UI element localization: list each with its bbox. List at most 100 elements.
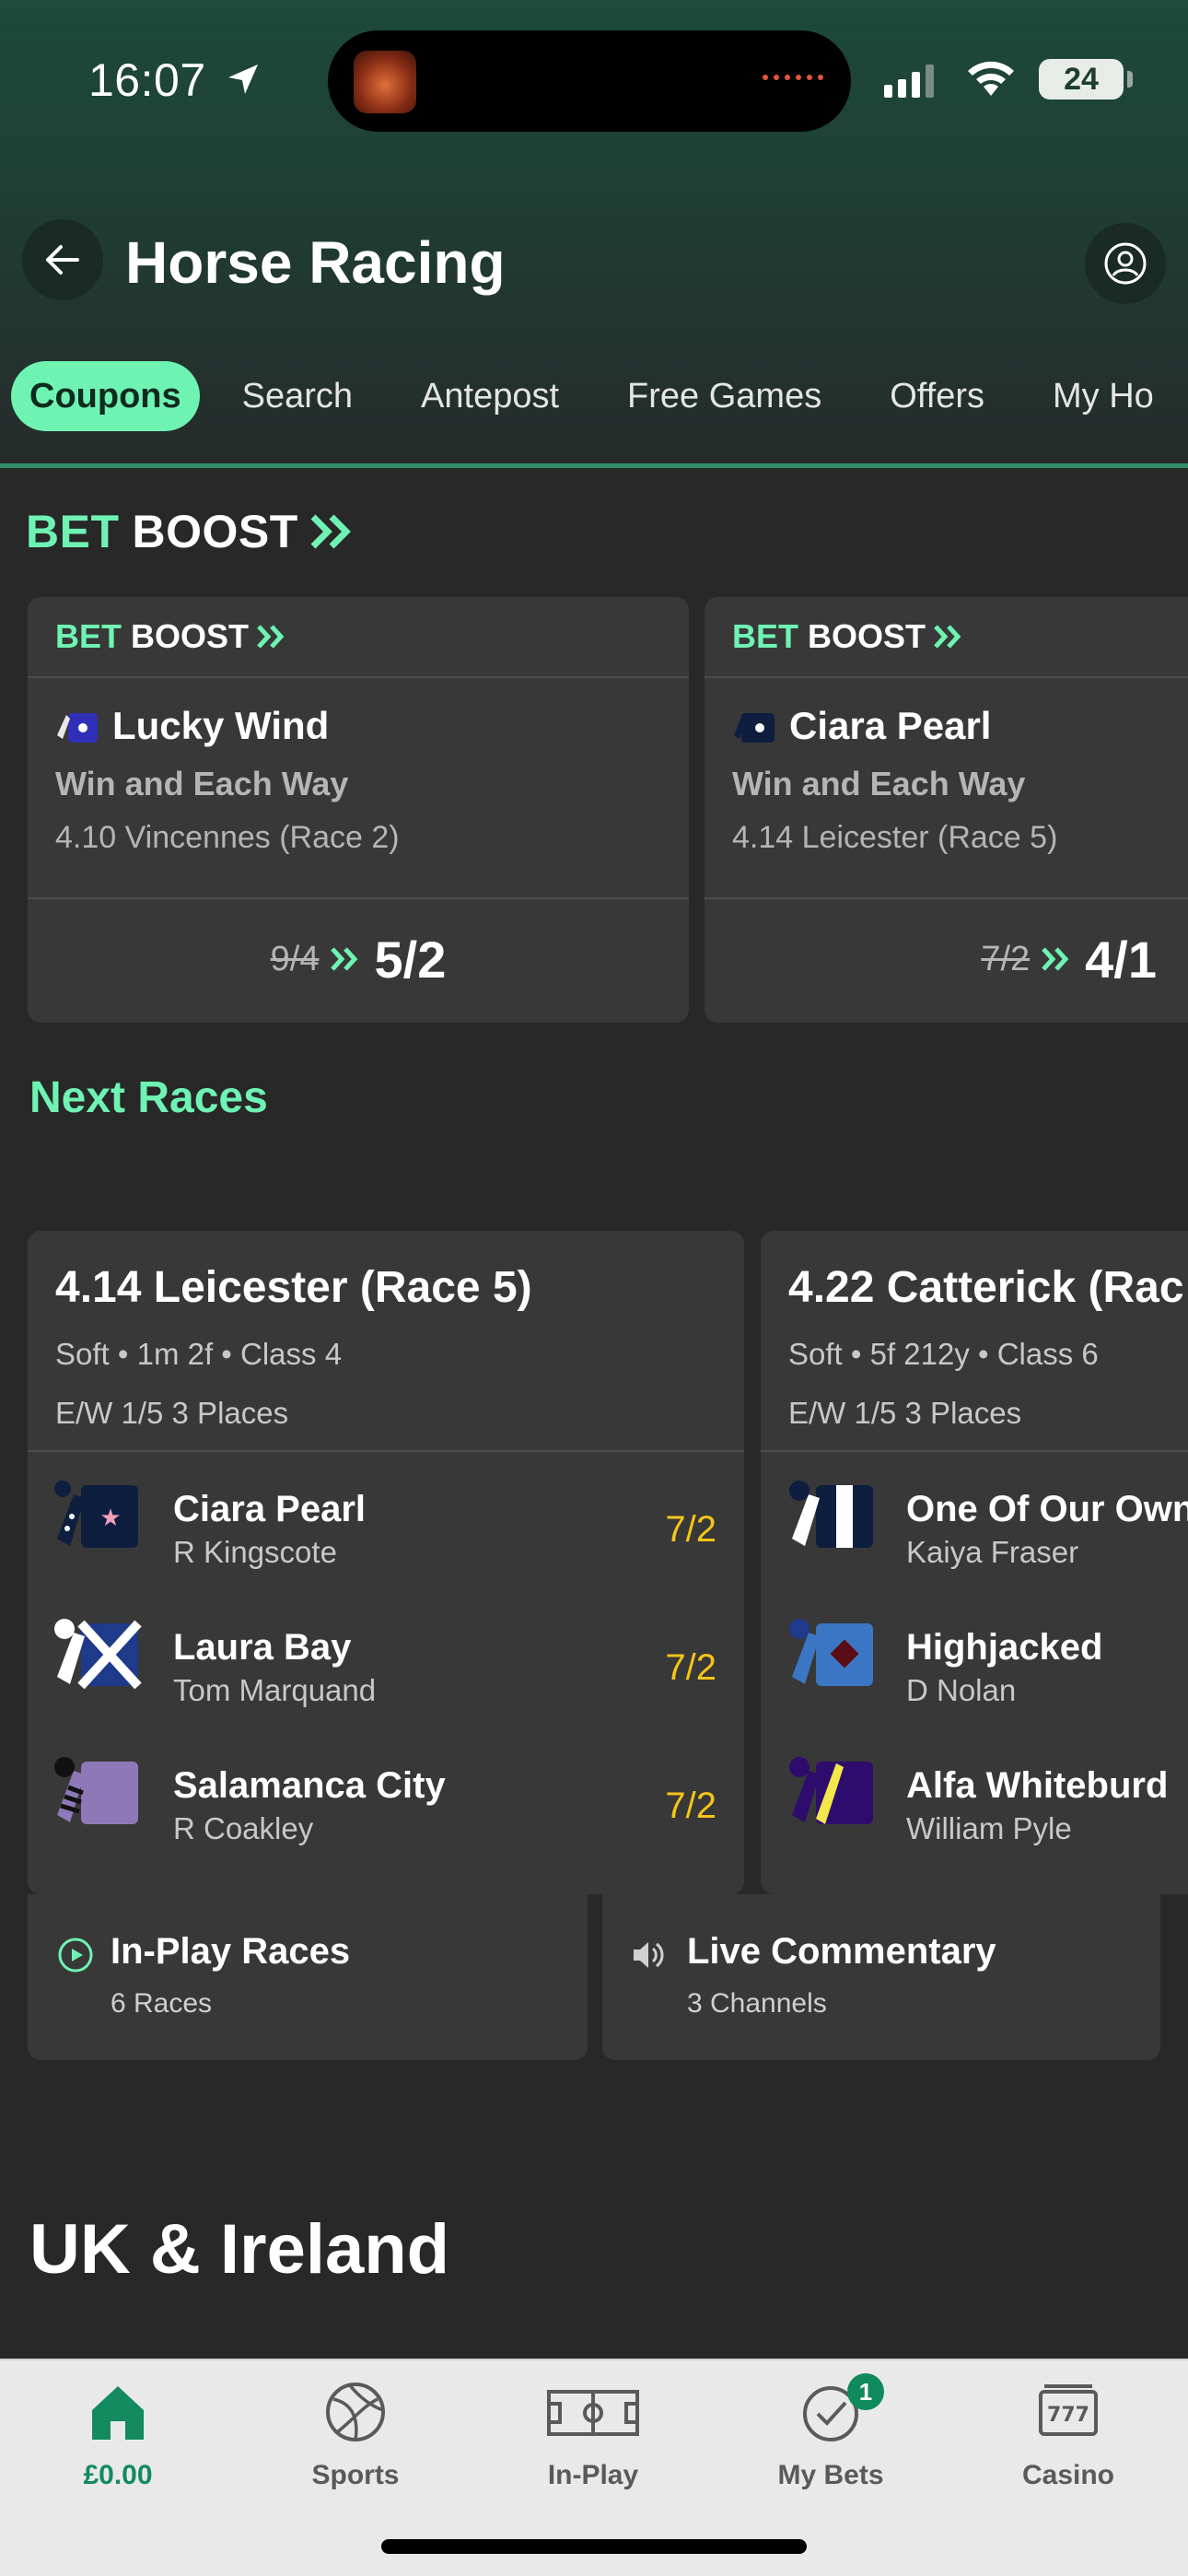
battery-indicator: 24 [1039, 59, 1124, 100]
jockey-silk-icon [789, 1481, 873, 1548]
nav-casino-label: Casino [1021, 2460, 1115, 2490]
svg-text:★: ★ [99, 1505, 121, 1532]
boost-card-label: BET BOOST [705, 597, 1188, 678]
tab-antepost[interactable]: Antepost [402, 361, 577, 431]
race-each-way-terms: E/W 1/5 3 Places [788, 1396, 1022, 1430]
live-commentary-title: Live Commentary [687, 1931, 996, 1972]
ball-icon [326, 2383, 385, 2441]
double-chevron-icon [934, 625, 961, 649]
runner-name: Alfa Whiteburd [906, 1765, 1169, 1806]
race-title: 4.22 Catterick (Rac [788, 1263, 1184, 1312]
old-odds: 7/2 [981, 939, 1031, 978]
tab-my-horses[interactable]: My Ho [1034, 361, 1172, 431]
account-button[interactable] [1085, 223, 1166, 304]
race-info: Soft • 5f 212y • Class 6 [788, 1337, 1099, 1371]
race-card[interactable]: 4.14 Leicester (Race 5) Soft • 1m 2f • C… [28, 1231, 744, 1894]
runner-odds[interactable]: 7/2 [665, 1509, 716, 1551]
next-races-heading: Next Races [29, 1073, 268, 1122]
old-odds: 9/4 [270, 939, 320, 978]
audio-waveform-icon [763, 75, 823, 80]
jockey-silk-icon [54, 1757, 138, 1824]
runner-name: Laura Bay [173, 1627, 352, 1668]
jockey-silk-icon [789, 1619, 873, 1686]
jockey-silk-icon: ★ [54, 1481, 138, 1548]
nav-in-play[interactable]: In-Play [501, 2379, 685, 2491]
tab-free-games[interactable]: Free Games [609, 361, 840, 431]
header-divider [0, 463, 1188, 468]
runner-row[interactable]: ★ Ciara Pearl R Kingscote 7/2 [28, 1452, 744, 1590]
arrow-left-icon [46, 245, 79, 275]
home-icon [92, 2386, 144, 2440]
runner-row[interactable]: Alfa Whiteburd William Pyle [761, 1728, 1188, 1867]
status-time: 16:07 [88, 54, 206, 106]
bet-boost-heading-bet: BET [26, 506, 120, 557]
home-indicator [381, 2539, 807, 2554]
boost-card[interactable]: BET BOOST Lucky Wind Win and Each Way 4.… [28, 597, 689, 1023]
runner-row[interactable]: Laura Bay Tom Marquand 7/2 [28, 1590, 744, 1728]
race-info: Soft • 1m 2f • Class 4 [55, 1337, 343, 1371]
race-card[interactable]: 4.22 Catterick (Rac Soft • 5f 212y • Cla… [761, 1231, 1188, 1894]
boost-odds-button[interactable]: 9/4 5/2 [28, 899, 689, 1019]
runner-name: Salamanca City [173, 1765, 446, 1806]
boost-market: Win and Each Way [55, 765, 349, 802]
sub-navigation-tabs: Coupons Search Antepost Free Games Offer… [11, 361, 1188, 431]
jockey-silk-icon [789, 1757, 873, 1824]
live-activity-app-icon [354, 51, 416, 113]
svg-text:777: 777 [1047, 2404, 1089, 2427]
jockey-silk-icon [57, 713, 98, 743]
slot-machine-icon: 777 [1039, 2384, 1098, 2436]
boost-runner-name: Lucky Wind [112, 704, 330, 747]
nav-sports-label: Sports [311, 2460, 400, 2490]
boost-runner-name: Ciara Pearl [789, 704, 992, 747]
dynamic-island [328, 30, 851, 132]
boost-race: 4.10 Vincennes (Race 2) [55, 820, 400, 855]
in-play-races-count: 6 Races [111, 1988, 213, 2019]
nav-home[interactable]: £0.00 [26, 2379, 210, 2491]
nav-casino[interactable]: 777 Casino [976, 2379, 1160, 2491]
nav-sports[interactable]: Sports [263, 2379, 448, 2491]
runner-name: Ciara Pearl [173, 1489, 367, 1529]
location-arrow-icon [228, 64, 258, 94]
runner-row[interactable]: Salamanca City R Coakley 7/2 [28, 1728, 744, 1867]
user-icon [1104, 242, 1147, 285]
double-chevron-icon [310, 514, 351, 549]
in-play-races-title: In-Play Races [111, 1931, 351, 1972]
jockey-silk-icon [734, 713, 775, 743]
jockey-name: Tom Marquand [173, 1673, 377, 1707]
battery-nub [1127, 71, 1133, 88]
tab-coupons[interactable]: Coupons [11, 361, 200, 431]
boosted-odds: 5/2 [374, 930, 447, 989]
pitch-icon [547, 2390, 639, 2436]
boost-card-label: BET BOOST [28, 597, 689, 678]
tab-offers[interactable]: Offers [871, 361, 1003, 431]
live-commentary-count: 3 Channels [687, 1988, 827, 2019]
runner-odds[interactable]: 7/2 [665, 1647, 716, 1689]
runner-row[interactable]: Highjacked D Nolan [761, 1590, 1188, 1728]
jockey-name: D Nolan [906, 1673, 1017, 1707]
bet-boost-heading: BET BOOST [26, 505, 355, 558]
double-chevron-icon [331, 947, 358, 971]
speaker-icon [634, 1942, 664, 1968]
back-button[interactable] [22, 219, 103, 300]
nav-my-bets-label: My Bets [777, 2460, 884, 2490]
boosted-odds: 4/1 [1085, 930, 1157, 989]
runner-odds[interactable]: 7/2 [665, 1786, 716, 1827]
runner-row[interactable]: One Of Our Own Kaiya Fraser [761, 1452, 1188, 1590]
boost-race: 4.14 Leicester (Race 5) [732, 820, 1058, 855]
in-play-races-card[interactable]: In-Play Races 6 Races [28, 1894, 588, 2060]
live-commentary-card[interactable]: Live Commentary 3 Channels [602, 1894, 1160, 2060]
runner-name: Highjacked [906, 1627, 1103, 1668]
wifi-icon [968, 61, 1014, 96]
boost-odds-button[interactable]: 7/2 4/1 [705, 899, 1188, 1019]
nav-in-play-label: In-Play [547, 2460, 639, 2490]
nav-balance-label: £0.00 [83, 2460, 153, 2490]
jockey-name: R Coakley [173, 1811, 314, 1845]
runner-name: One Of Our Own [906, 1489, 1188, 1529]
double-chevron-icon [1042, 947, 1069, 971]
tab-search[interactable]: Search [224, 361, 371, 431]
cellular-signal-icon [884, 63, 934, 98]
my-bets-badge: 1 [847, 2373, 884, 2410]
jockey-silk-icon [54, 1619, 142, 1690]
nav-my-bets[interactable]: 1 My Bets [739, 2373, 923, 2491]
boost-card[interactable]: BET BOOST Ciara Pearl Win and Each Way 4… [705, 597, 1188, 1023]
